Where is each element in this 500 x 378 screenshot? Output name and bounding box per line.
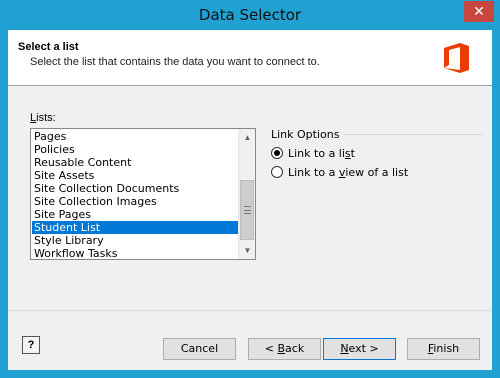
help-icon: ? bbox=[27, 339, 35, 351]
list-item[interactable]: Site Assets bbox=[32, 169, 239, 182]
radio-checked-icon[interactable] bbox=[271, 147, 283, 159]
list-item[interactable]: Site Pages bbox=[32, 208, 239, 221]
lists-label: Lists: bbox=[30, 112, 56, 124]
title-bar[interactable]: Data Selector ✕ bbox=[0, 0, 500, 30]
wizard-header: Select a list Select the list that conta… bbox=[8, 30, 492, 86]
scrollbar-thumb[interactable] bbox=[240, 180, 254, 240]
grip-icon bbox=[244, 206, 251, 214]
window-title: Data Selector bbox=[198, 6, 302, 24]
list-item[interactable]: Site Collection Images bbox=[32, 195, 239, 208]
finish-button[interactable]: Finish bbox=[407, 338, 480, 360]
link-to-view-label: Link to a view of a list bbox=[288, 165, 409, 179]
back-button[interactable]: < Back bbox=[248, 338, 321, 360]
group-divider bbox=[344, 134, 482, 135]
scroll-up-arrow-icon[interactable]: ▲ bbox=[239, 129, 255, 146]
link-to-list-label: Link to a list bbox=[288, 146, 355, 160]
cancel-button[interactable]: Cancel bbox=[163, 338, 236, 360]
list-item-selected[interactable]: Student List bbox=[32, 221, 239, 234]
list-items: Pages Policies Reusable Content Site Ass… bbox=[32, 130, 239, 259]
list-item[interactable]: Pages bbox=[32, 130, 239, 143]
office-logo-icon bbox=[444, 43, 469, 73]
step-title: Select a list bbox=[18, 41, 79, 53]
dialog-body: Select a list Select the list that conta… bbox=[8, 30, 492, 370]
link-to-view-option[interactable]: Link to a view of a list bbox=[271, 165, 408, 179]
link-options-heading: Link Options bbox=[271, 128, 340, 141]
help-button[interactable]: ? bbox=[22, 336, 40, 354]
step-description: Select the list that contains the data y… bbox=[30, 56, 320, 68]
lists-listbox[interactable]: Pages Policies Reusable Content Site Ass… bbox=[30, 128, 256, 260]
list-item[interactable]: Style Library bbox=[32, 234, 239, 247]
data-selector-window: Data Selector ✕ Select a list Select the… bbox=[0, 0, 500, 378]
listbox-scrollbar[interactable]: ▲ ▼ bbox=[238, 129, 255, 259]
list-item[interactable]: Workflow Tasks bbox=[32, 247, 239, 259]
link-to-list-option[interactable]: Link to a list bbox=[271, 146, 355, 160]
list-item[interactable]: Reusable Content bbox=[32, 156, 239, 169]
list-item[interactable]: Policies bbox=[32, 143, 239, 156]
next-button[interactable]: Next > bbox=[323, 338, 396, 360]
close-button[interactable]: ✕ bbox=[464, 1, 494, 22]
list-item[interactable]: Site Collection Documents bbox=[32, 182, 239, 195]
radio-unchecked-icon[interactable] bbox=[271, 166, 283, 178]
close-icon: ✕ bbox=[473, 3, 485, 19]
footer-divider bbox=[8, 310, 492, 311]
scroll-down-arrow-icon[interactable]: ▼ bbox=[239, 242, 255, 259]
